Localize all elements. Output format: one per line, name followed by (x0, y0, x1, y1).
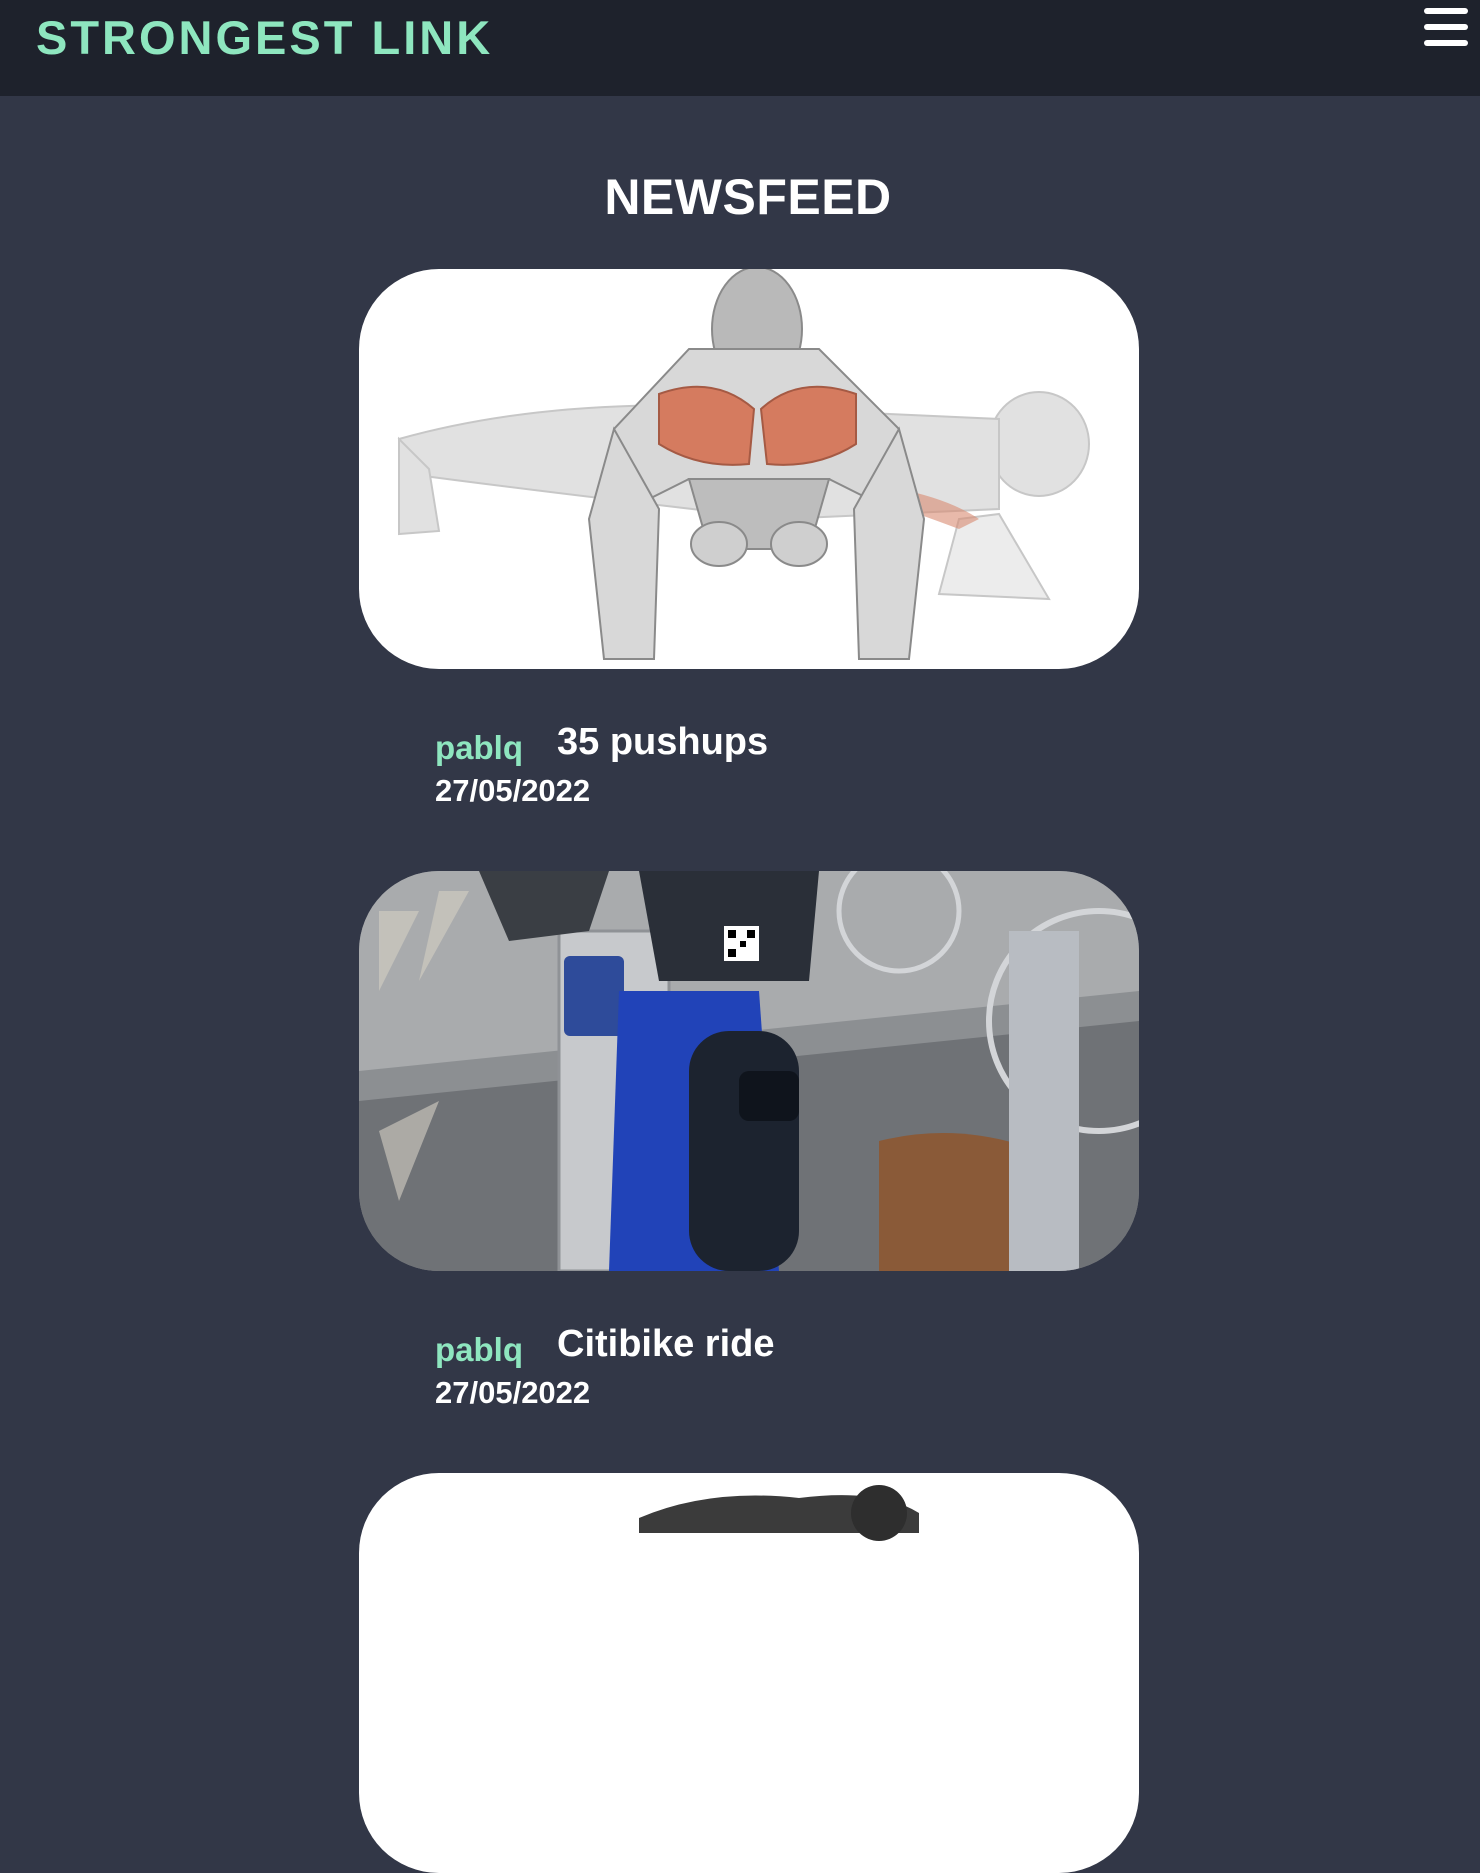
post-text: Citibike ride (557, 1323, 775, 1365)
strongest-link-logo[interactable]: STRONGEST LINK (36, 8, 536, 78)
post-date: 27/05/2022 (435, 773, 591, 808)
post-username[interactable]: pablq (435, 729, 523, 767)
page-title: NEWSFEED (604, 169, 892, 225)
post-image-exercise[interactable] (359, 1473, 1139, 1873)
hamburger-menu-icon[interactable] (1424, 6, 1470, 48)
post-username[interactable]: pablq (435, 1331, 523, 1369)
top-navbar: STRONGEST LINK (0, 0, 1480, 96)
post-date: 27/05/2022 (435, 1375, 591, 1410)
post-image-citibike[interactable] (359, 871, 1139, 1271)
post-text: 35 pushups (557, 721, 769, 763)
svg-text:STRONGEST LINK: STRONGEST LINK (36, 11, 493, 64)
post-image-pushups[interactable] (359, 269, 1139, 669)
